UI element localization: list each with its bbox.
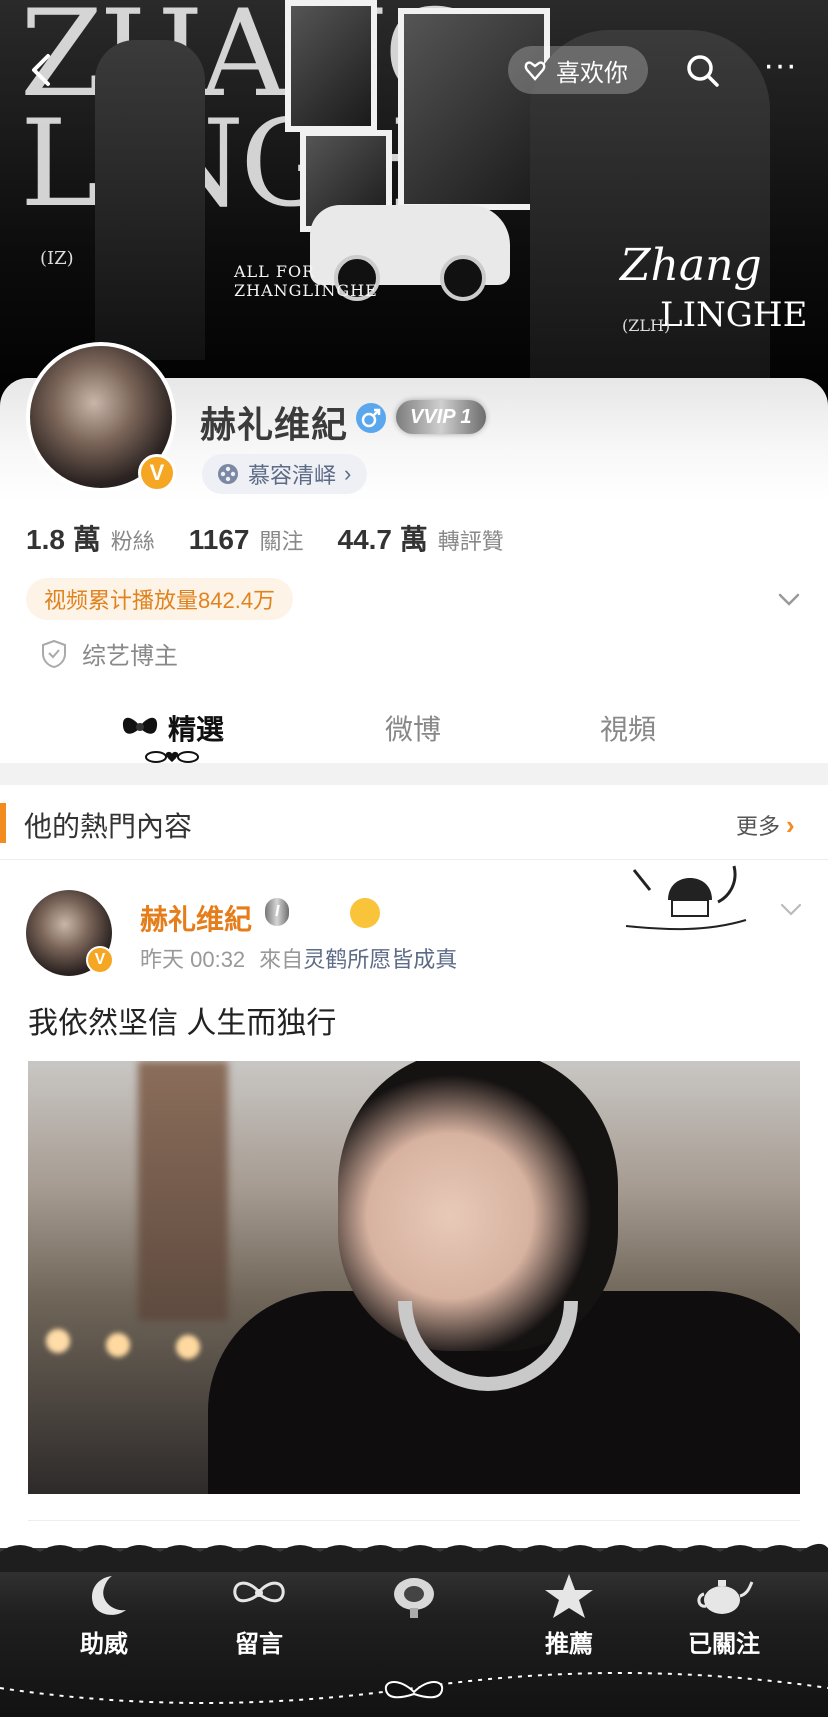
chevron-down-icon[interactable] <box>776 894 806 924</box>
post-source[interactable]: 來自灵鹤所愿皆成真 <box>259 942 457 974</box>
stat-following[interactable]: 1167 關注 <box>189 524 304 556</box>
film-reel-icon <box>218 464 238 484</box>
post-author[interactable]: 赫礼维紀 <box>140 898 252 938</box>
top-bar: 喜欢你 ··· <box>0 40 828 100</box>
video-views-badge: 视频累计播放量842.4万 <box>26 578 294 620</box>
moon-icon <box>92 1576 126 1615</box>
banner-caption: ALL FOR ZHANGLINGHE <box>234 262 378 300</box>
verified-badge-icon: V <box>86 946 114 974</box>
banner-script-top: Zhang <box>620 240 762 291</box>
bow-garland-decoration <box>0 1672 828 1704</box>
post-image[interactable] <box>28 1061 800 1494</box>
more-button[interactable]: ··· <box>755 48 805 92</box>
group-label: 慕容清峄 <box>248 463 337 488</box>
banner-script-bottom: LINGHE <box>660 295 808 335</box>
candy-icon <box>394 1578 434 1618</box>
stat-number: 1.8 萬 <box>26 524 101 555</box>
more-dots-icon: ··· <box>763 46 797 84</box>
stat-label: 關注 <box>259 529 304 554</box>
cheer-label: 助威 <box>80 1631 128 1658</box>
section-accent <box>0 803 6 843</box>
vip-badge[interactable]: VVIP 1 <box>396 400 486 434</box>
banner-tag-right: (ZLH) <box>622 316 671 335</box>
recommend-label: 推薦 <box>545 1631 593 1658</box>
role-row: 综艺博主 <box>40 636 178 671</box>
emoji-badge-icon <box>350 898 380 928</box>
chevron-right-icon: › <box>344 461 352 486</box>
heart-wings-icon <box>145 751 199 763</box>
male-icon <box>356 403 386 433</box>
like-button[interactable]: 喜欢你 <box>508 46 648 94</box>
star-icon <box>545 1574 593 1618</box>
like-label: 喜欢你 <box>556 59 628 87</box>
cupcake-decoration-icon <box>625 865 747 931</box>
post-meta: 昨天 00:32 來自灵鹤所愿皆成真 <box>140 942 457 974</box>
bottom-action-bar: 助威 留言 推薦 已關注 <box>0 1543 828 1717</box>
section-divider <box>0 763 828 785</box>
search-button[interactable] <box>680 48 724 92</box>
tab-featured[interactable]: 精選 <box>118 708 224 748</box>
image-background <box>138 1061 228 1321</box>
back-button[interactable] <box>20 48 64 92</box>
banner-tag-left: (IZ) <box>40 248 74 269</box>
stat-label: 粉絲 <box>110 529 155 554</box>
following-button[interactable]: 已關注 <box>664 1570 784 1659</box>
back-arrow-icon <box>32 54 50 86</box>
tab-video[interactable]: 視頻 <box>600 708 656 748</box>
tab-label: 精選 <box>168 714 225 745</box>
post-time: 昨天 00:32 <box>140 947 246 972</box>
post-text: 我依然坚信 人生而独行 <box>28 1007 337 1040</box>
bow-icon <box>122 717 158 734</box>
recommend-button[interactable]: 推薦 <box>509 1570 629 1659</box>
chevron-right-icon: › <box>786 809 795 840</box>
stat-label: 轉評贊 <box>437 529 504 554</box>
profile-card: V 赫礼维紀 VVIP 1 慕容清峄 › 1.8 萬 粉絲 1167 關注 44… <box>0 342 828 764</box>
verified-badge-icon: V <box>138 454 176 492</box>
stat-interactions[interactable]: 44.7 萬 轉評贊 <box>338 518 504 558</box>
hot-content-title: 他的熱門內容 <box>24 811 193 842</box>
teapot-icon <box>697 1580 754 1614</box>
search-icon <box>687 55 719 87</box>
shield-check-icon <box>42 639 66 668</box>
hot-content-header: 他的熱門內容 更多 › <box>0 785 828 860</box>
following-label: 已關注 <box>688 1631 760 1658</box>
profile-stats: 1.8 萬 粉絲 1167 關注 44.7 萬 轉評贊 <box>26 518 504 558</box>
post-divider <box>28 1520 800 1521</box>
post-vip-badge: I <box>265 898 290 926</box>
ribbon-icon <box>233 1581 285 1603</box>
profile-name: 赫礼维紀 <box>200 404 349 445</box>
stat-followers[interactable]: 1.8 萬 粉絲 <box>26 518 155 558</box>
role-label: 综艺博主 <box>82 643 178 670</box>
stat-number: 1167 <box>188 524 250 555</box>
message-button[interactable]: 留言 <box>199 1570 319 1659</box>
more-label: 更多 <box>736 814 781 839</box>
stat-number: 44.7 萬 <box>337 524 428 555</box>
center-button[interactable] <box>354 1570 474 1624</box>
lace-trim <box>0 1543 828 1572</box>
more-link[interactable]: 更多 › <box>736 809 795 841</box>
group-pill[interactable]: 慕容清峄 › <box>202 454 368 494</box>
message-label: 留言 <box>235 1631 283 1658</box>
profile-tabs: 精選 微博 視頻 <box>0 694 828 764</box>
chevron-down-icon[interactable] <box>772 582 806 616</box>
banner-photo-3 <box>398 8 550 210</box>
tab-weibo[interactable]: 微博 <box>385 708 441 748</box>
wish-hand-icon <box>524 61 546 81</box>
cheer-button[interactable]: 助威 <box>44 1570 164 1659</box>
